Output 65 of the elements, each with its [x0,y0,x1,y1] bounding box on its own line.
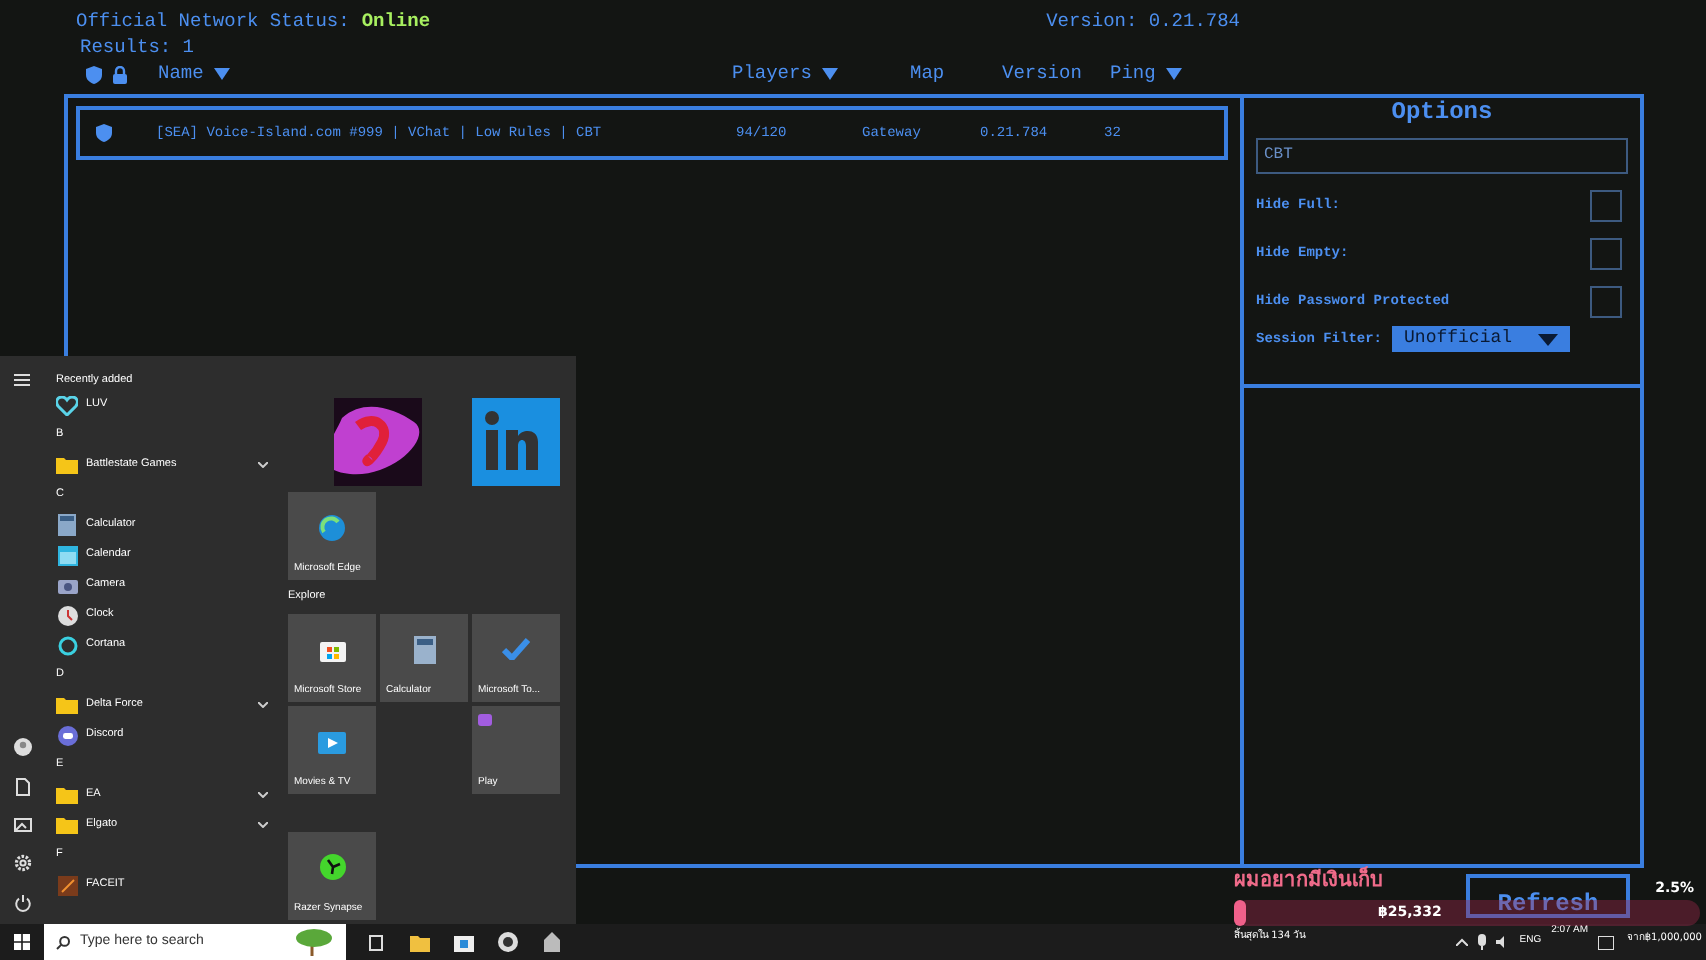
checkbox[interactable] [1590,286,1622,319]
column-header[interactable]: Ping [1110,60,1230,89]
abstract-art-tile[interactable] [334,398,422,486]
results-count: Results: 1 [78,36,197,61]
calculator-icon [413,635,435,663]
column-header[interactable]: Map [910,60,1002,89]
folder-icon [56,456,78,474]
column-header[interactable]: Name [158,60,732,89]
column-header[interactable]: Version [1002,60,1110,89]
tree-drawing [290,928,338,956]
checkbox[interactable] [1590,238,1622,271]
ring-icon [57,635,77,655]
chevron-down-icon [258,792,268,798]
version-text: Version: 0.21.784 [1046,8,1240,36]
chevron-down-icon [258,822,268,828]
play-icon [318,728,346,754]
column-header[interactable]: Players [732,60,910,89]
task-view-icon[interactable] [366,933,386,951]
settings-icon[interactable] [13,854,31,872]
chat-icon [57,725,77,745]
shield-icon [86,65,102,84]
calendar-icon [57,545,77,565]
shield-icon [96,124,112,143]
folder-icon [56,696,78,714]
app-icon [57,875,77,895]
caret-icon [1538,333,1559,346]
clock-icon [57,605,77,625]
chevron-down-icon [258,702,268,708]
caret-icon [213,68,230,81]
swirl-icon [318,513,346,541]
folder-icon [56,786,78,804]
caret-icon [821,68,838,81]
checkmark-icon [502,638,530,660]
checkbox[interactable] [1590,190,1622,223]
session-filter-dropdown[interactable]: Unofficial [1392,326,1571,353]
notification-icon[interactable] [1598,935,1614,949]
shopping-bag-icon [319,636,345,662]
windows-logo-icon[interactable] [14,934,30,950]
avatar-icon[interactable] [13,738,31,756]
document-icon[interactable] [15,778,29,796]
chevron-down-icon [258,462,268,468]
picture-icon[interactable] [13,818,31,832]
speaker-icon[interactable] [1495,936,1510,948]
app-icon[interactable] [542,932,562,952]
app-icon[interactable] [498,932,518,952]
heart-icon [56,395,78,415]
linkedin-tile[interactable] [472,398,560,486]
caret-icon [1165,68,1182,81]
options-title: Options [1391,98,1493,127]
microphone-icon[interactable] [1477,934,1486,950]
search-icon [56,935,70,949]
shopping-bag-icon[interactable] [454,932,474,952]
power-icon[interactable] [13,894,31,912]
chevron-up-icon[interactable] [1455,938,1468,946]
network-status: Online [361,8,431,36]
camera-icon [57,576,77,594]
network-status-label: Official Network Status: [76,8,350,36]
lock-icon [112,65,128,84]
calculator-icon [58,514,76,536]
menu-icon[interactable] [14,374,30,386]
search-field[interactable]: CBT [1256,138,1628,175]
goal-title: ผมอยากมีเงินเก็บ [1234,868,1382,896]
folder-icon[interactable] [410,933,430,951]
folder-icon [56,816,78,834]
game-icon [478,714,492,726]
